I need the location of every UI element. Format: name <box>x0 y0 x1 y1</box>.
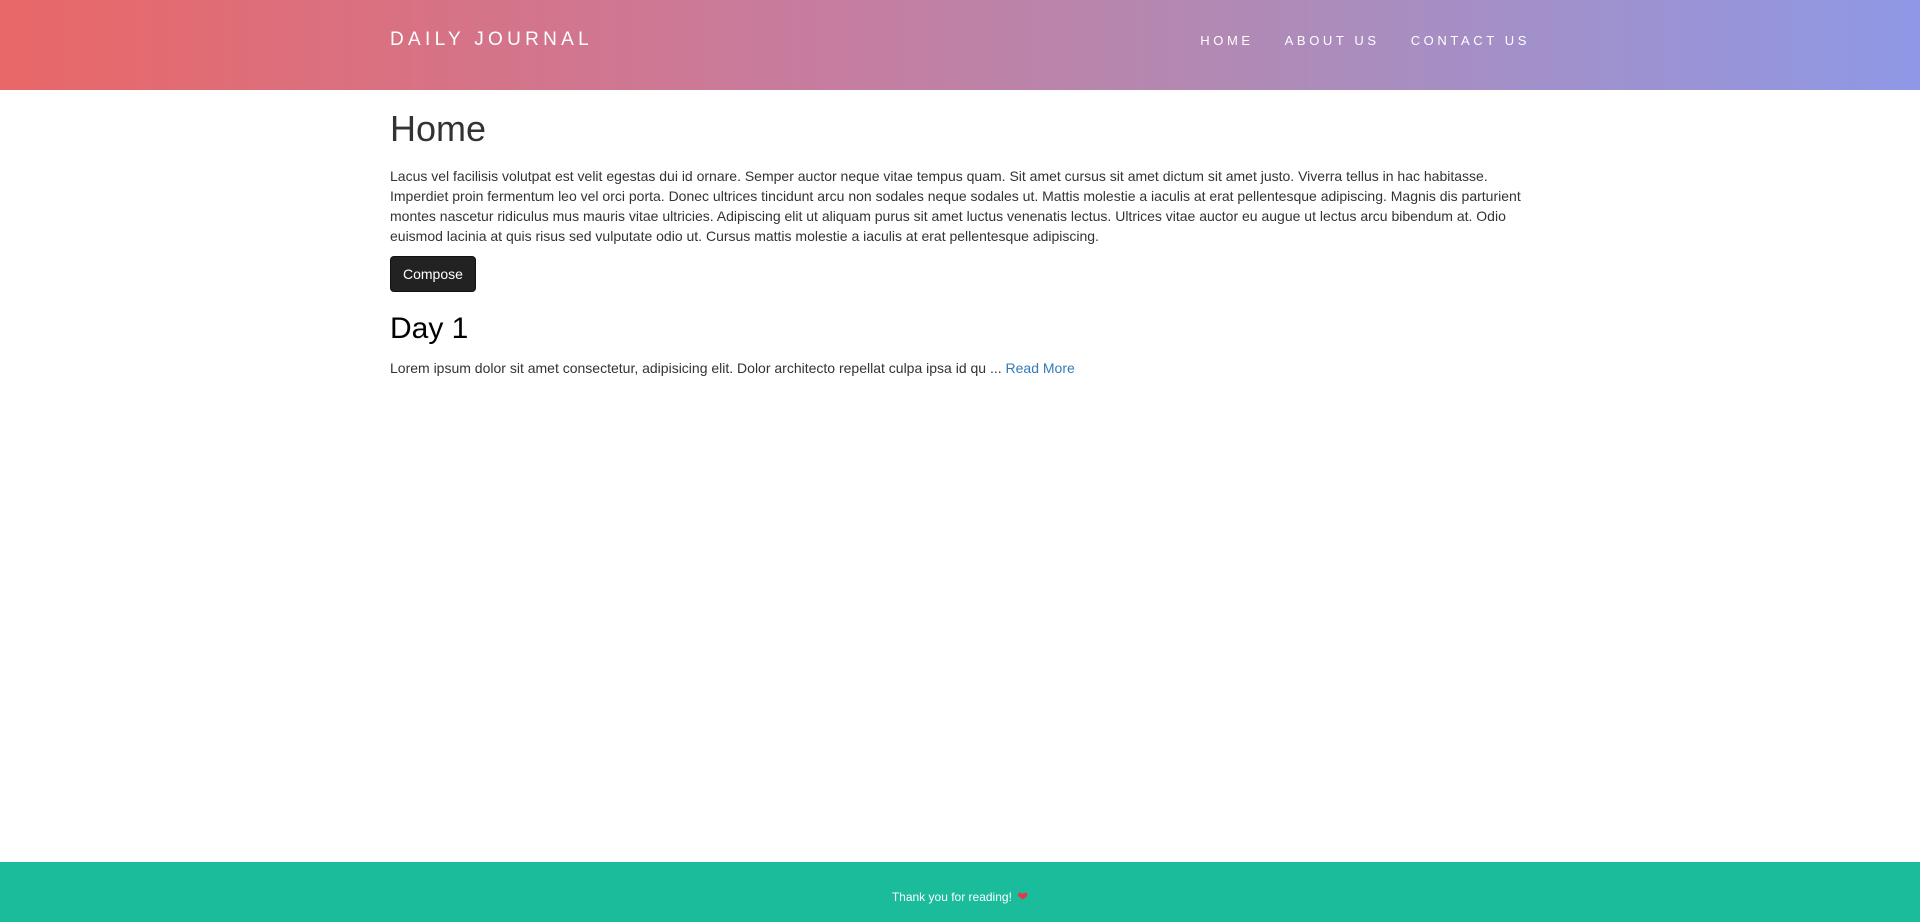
nav-item-contact: CONTACT US <box>1380 33 1530 48</box>
footer-message: Thank you for reading! ❤ <box>0 889 1920 905</box>
post-excerpt: Lorem ipsum dolor sit amet consectetur, … <box>390 358 1530 378</box>
header-navbar: DAILY JOURNAL HOME ABOUT US CONTACT US <box>0 0 1920 90</box>
main-content: Home Lacus vel facilisis volutpat est ve… <box>390 90 1530 378</box>
compose-button[interactable]: Compose <box>390 256 476 292</box>
nav-link-contact[interactable]: CONTACT US <box>1411 33 1530 48</box>
read-more-link[interactable]: Read More <box>1006 360 1075 376</box>
brand-link[interactable]: DAILY JOURNAL <box>390 29 593 51</box>
footer-text: Thank you for reading! <box>891 890 1012 904</box>
post-excerpt-text: Lorem ipsum dolor sit amet consectetur, … <box>390 360 1002 376</box>
nav-link-about[interactable]: ABOUT US <box>1285 33 1380 48</box>
post-item: Day 1 Lorem ipsum dolor sit amet consect… <box>390 312 1530 378</box>
heart-icon: ❤ <box>1017 889 1029 904</box>
nav-menu: HOME ABOUT US CONTACT US <box>1169 33 1530 48</box>
page-title: Home <box>390 108 487 149</box>
nav-item-home: HOME <box>1169 33 1253 48</box>
post-title: Day 1 <box>390 312 469 345</box>
intro-paragraph: Lacus vel facilisis volutpat est velit e… <box>390 168 1521 244</box>
nav-item-about: ABOUT US <box>1254 33 1380 48</box>
footer: Thank you for reading! ❤ <box>0 862 1920 922</box>
nav-link-home[interactable]: HOME <box>1200 33 1253 48</box>
